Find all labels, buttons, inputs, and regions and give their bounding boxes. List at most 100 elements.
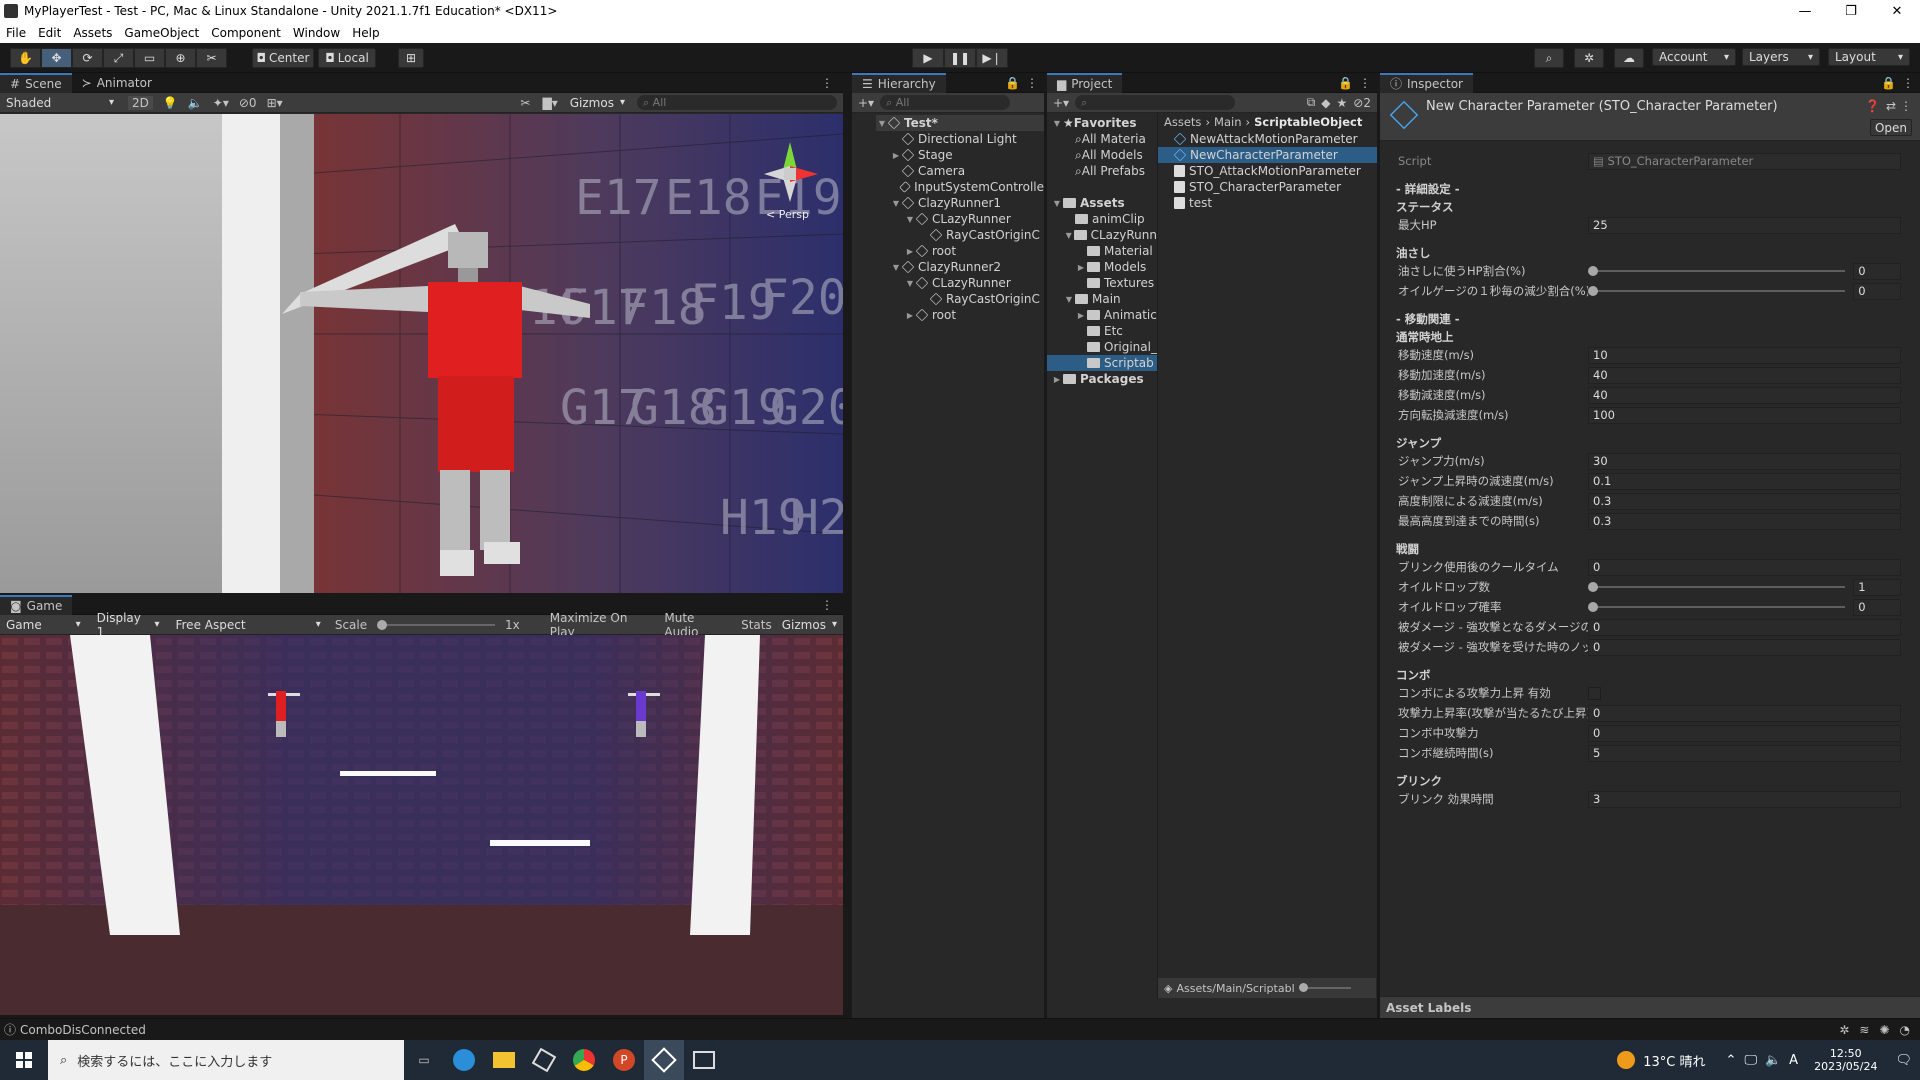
parameter-value-field[interactable]: 0.3 [1588,492,1901,510]
ime-indicator[interactable]: A [1789,1053,1798,1068]
project-folder-item[interactable]: ▼ Assets [1047,195,1157,211]
project-folder-item[interactable]: Etc [1047,323,1157,339]
parameter-checkbox[interactable] [1588,686,1601,700]
project-folder-item[interactable]: ⌕ All Materia [1047,131,1157,147]
filter-type-icon[interactable]: ⧉ [1307,95,1316,110]
tab-hierarchy[interactable]: ☰ Hierarchy [852,72,946,93]
tools-icon[interactable]: ✂ [520,96,530,110]
weather-text[interactable]: 13°C 晴れ [1643,1051,1705,1070]
menu-assets[interactable]: Assets [67,26,118,40]
hand-tool-icon[interactable]: ✋ [10,48,41,68]
expand-arrow-icon[interactable]: ▼ [1051,119,1063,128]
game-mode-dropdown[interactable]: Game [0,616,87,634]
edge-browser-icon[interactable] [444,1040,484,1080]
display-dropdown[interactable]: Display 1 [91,611,166,639]
panel-menu-icon[interactable]: ⋮ [821,598,833,612]
cloud-icon[interactable]: ☁ [1614,48,1644,68]
expand-arrow-icon[interactable]: ▼ [1063,295,1075,304]
scale-slider[interactable] [377,619,495,630]
lightbake-icon[interactable]: ✺ [1879,1023,1889,1037]
parameter-value-field[interactable]: 30 [1588,452,1901,470]
tab-game[interactable]: ◙ Game [0,594,73,615]
favorite-icon[interactable]: ★ [1337,96,1348,110]
project-folder-item[interactable]: Textures [1047,275,1157,291]
project-folder-item[interactable]: ▶ Packages [1047,371,1157,387]
rect-tool-icon[interactable]: ▭ [134,48,165,68]
expand-arrow-icon[interactable]: ▶ [1051,375,1063,384]
asset-labels-bar[interactable]: Asset Labels [1380,996,1920,1018]
taskbar-search-input[interactable]: ⌕ 検索するには、ここに入力します [48,1040,404,1080]
hierarchy-item[interactable]: ▼ ClazyRunner2 [876,259,1044,275]
stats-toggle[interactable]: Stats [741,618,772,632]
slider-track[interactable] [1588,266,1846,276]
project-folder-item[interactable]: ▼ CLazyRunn [1047,227,1157,243]
parameter-value-field[interactable]: 0 [1588,724,1901,742]
hierarchy-item[interactable]: ▶ root [876,243,1044,259]
chrome-icon[interactable] [564,1040,604,1080]
hierarchy-item[interactable]: Directional Light [876,131,1044,147]
project-folder-item[interactable]: ▶ Animatic [1047,307,1157,323]
project-search-input[interactable]: ⌕ [1075,95,1236,110]
slider-value-field[interactable]: 0 [1853,282,1901,300]
filter-label-icon[interactable]: ◆ [1321,96,1330,110]
move-tool-icon[interactable]: ✥ [41,48,72,68]
close-button[interactable]: ✕ [1874,0,1920,22]
hierarchy-item[interactable]: ▼ ClazyRunner1 [876,195,1044,211]
grid-snap-button[interactable]: ⊞ [398,48,424,68]
layers-dropdown[interactable]: Layers [1742,48,1820,66]
slider-value-field[interactable]: 0 [1853,262,1901,280]
file-explorer-icon[interactable] [484,1040,524,1080]
expand-arrow-icon[interactable]: ▶ [904,247,916,256]
expand-arrow-icon[interactable]: ▼ [1063,231,1074,240]
slider-knob[interactable] [1588,286,1598,296]
scene-search-input[interactable]: ⌕ All [637,95,837,110]
game-viewport[interactable] [0,635,843,1015]
expand-arrow-icon[interactable]: ▼ [876,119,888,128]
hierarchy-item[interactable]: ▼ Test* [876,115,1044,131]
collab-icon[interactable]: ✲ [1574,48,1604,68]
parameter-slider[interactable]: 0 [1588,262,1901,280]
2d-toggle[interactable]: 2D [128,95,153,110]
audio-icon[interactable]: 🔈 [188,96,203,110]
parameter-value-field[interactable]: 40 [1588,386,1901,404]
progress-icon[interactable]: ◔ [1900,1023,1910,1037]
parameter-value-field[interactable]: 5 [1588,744,1901,762]
cache-icon[interactable]: ≋ [1859,1023,1869,1037]
lock-icon[interactable]: 🔒 [1005,76,1020,90]
notifications-icon[interactable]: 🗨 [1895,1053,1912,1068]
icon-size-slider[interactable] [1298,983,1351,992]
parameter-value-field[interactable]: 0.3 [1588,512,1901,530]
expand-arrow-icon[interactable]: ▶ [1075,311,1087,320]
slider-track[interactable] [1588,602,1846,612]
panel-menu-icon[interactable]: ⋮ [1902,76,1914,90]
step-button[interactable]: ▶❘ [976,48,1008,68]
search-icon[interactable]: ⌕ [1534,48,1564,68]
panel-menu-icon[interactable]: ⋮ [821,76,833,90]
tab-scene[interactable]: # Scene [0,72,72,93]
menu-gameobject[interactable]: GameObject [118,26,205,40]
slider-knob[interactable] [1588,602,1598,612]
parameter-slider[interactable]: 0 [1588,598,1901,616]
project-folder-item[interactable]: ▶ Models [1047,259,1157,275]
tray-chevron-icon[interactable]: ⌃ [1726,1053,1737,1068]
parameter-value-field[interactable]: 3 [1588,790,1901,808]
expand-arrow-icon[interactable]: ▼ [904,279,916,288]
project-folder-item[interactable]: ▼ Main [1047,291,1157,307]
scene-viewport[interactable]: E17 E18 E19 F20 F16 F17 F18 F19 G17 G18 … [0,114,843,593]
effects-icon[interactable]: ✦▾ [213,96,229,110]
clock[interactable]: 12:50 2023/05/24 [1814,1047,1877,1073]
project-folder-item[interactable] [1047,179,1157,195]
hierarchy-item[interactable]: RayCastOriginC [876,291,1044,307]
tab-inspector[interactable]: ⓘ Inspector [1380,72,1473,93]
hierarchy-item[interactable]: ▶ root [876,307,1044,323]
project-folder-item[interactable]: Original_ [1047,339,1157,355]
menu-component[interactable]: Component [205,26,287,40]
open-button[interactable]: Open [1870,119,1912,136]
game-gizmos-dropdown[interactable]: Gizmos [776,616,843,634]
project-file-item[interactable]: test [1158,195,1377,211]
aspect-dropdown[interactable]: Free Aspect [169,616,326,634]
menu-edit[interactable]: Edit [32,26,67,40]
panel-menu-icon[interactable]: ⋮ [1026,76,1038,90]
shading-mode-dropdown[interactable]: Shaded [0,94,120,112]
breadcrumb-item[interactable]: ScriptableObject [1254,115,1362,129]
